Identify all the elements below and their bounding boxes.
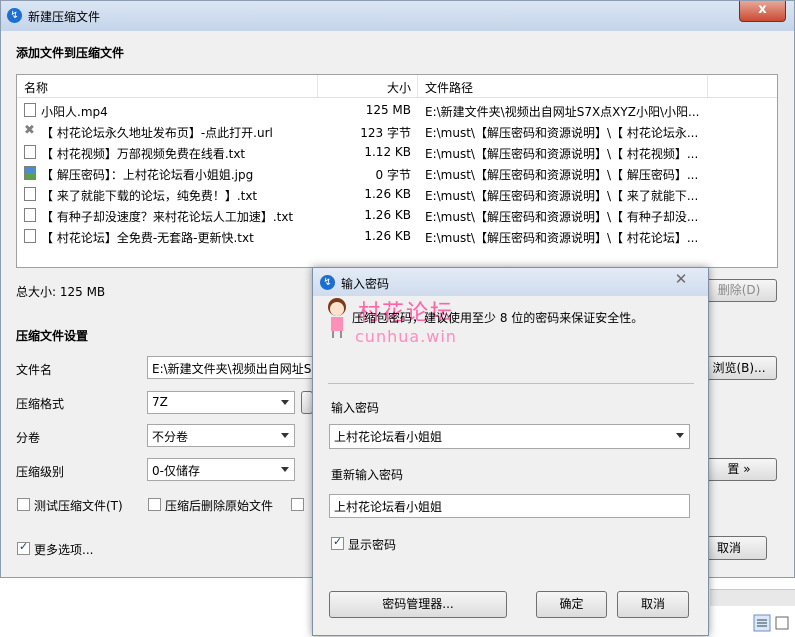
password-input[interactable]: 上村花论坛看小姐姐: [329, 424, 690, 449]
text-file-icon: [24, 208, 36, 222]
file-row[interactable]: 【 村花论坛】全免费-无套路-更新快.txt 1.26 KB E:\must\【…: [17, 226, 777, 247]
more-options-checkbox[interactable]: [17, 540, 30, 555]
column-header-name[interactable]: 名称: [24, 79, 48, 96]
delete-button[interactable]: 删除(D): [701, 279, 777, 302]
file-name: 【 有种子却没速度？来村花论坛人工加速】.txt: [41, 210, 294, 224]
file-list[interactable]: 名称 大小 文件路径 小阳人.mp4 125 MB E:\新建文件夹\视频出自网…: [16, 74, 778, 268]
show-password-checkbox[interactable]: [331, 535, 344, 550]
password-hint: 压缩包密码，建议使用至少 8 位的密码来保证安全性。: [352, 311, 644, 325]
file-name: 小阳人.mp4: [41, 105, 108, 119]
file-size: 1.26 KB: [364, 187, 411, 201]
file-row[interactable]: ✖ 【 村花论坛永久地址发布页】-点此打开.url 123 字节 E:\must…: [17, 121, 777, 142]
column-header-size[interactable]: 大小: [387, 79, 411, 96]
file-row[interactable]: 【 有种子却没速度？来村花论坛人工加速】.txt 1.26 KB E:\must…: [17, 205, 777, 226]
chevron-down-icon: [281, 433, 289, 438]
reenter-password-label: 重新输入密码: [331, 468, 404, 482]
dialog-title: 输入密码: [341, 277, 390, 291]
password-manager-button[interactable]: 密码管理器...: [329, 591, 507, 618]
total-size-label: 总大小: 125 MB: [16, 285, 106, 299]
video-file-icon: [24, 103, 36, 117]
file-size: 125 MB: [365, 103, 411, 117]
show-password-label: 显示密码: [348, 538, 397, 552]
window-close-button[interactable]: x: [739, 1, 786, 22]
delete-after-checkbox[interactable]: [148, 498, 161, 511]
chevron-down-icon: [281, 400, 289, 405]
delete-after-label: 压缩后删除原始文件: [165, 499, 274, 513]
password-value: 上村花论坛看小姐姐: [334, 430, 443, 444]
cartoon-girl-icon: [328, 298, 346, 338]
format-label: 压缩格式: [16, 397, 65, 411]
file-size: 1.12 KB: [364, 145, 411, 159]
file-path: E:\新建文件夹\视频出自网址S7X点XYZ小阳\小阳...: [425, 105, 700, 119]
file-path: E:\must\【解压密码和资源说明】\【 村花论坛】...: [425, 231, 699, 245]
file-name: 【 村花论坛】全免费-无套路-更新快.txt: [41, 231, 254, 245]
test-archive-label: 测试压缩文件(T): [34, 499, 123, 513]
file-row[interactable]: 【 来了就能下载的论坛，纯免费！】.txt 1.26 KB E:\must\【解…: [17, 184, 777, 205]
password-label: 输入密码: [331, 401, 380, 415]
dialog-close-button[interactable]: ✕: [660, 270, 702, 289]
title-bar: ↯ 新建压缩文件 x: [1, 1, 794, 31]
settings-heading: 压缩文件设置: [16, 329, 89, 343]
level-label: 压缩级别: [16, 465, 65, 479]
image-file-icon: [24, 166, 36, 180]
level-value: 0-仅储存: [152, 464, 200, 478]
file-name: 【 村花视频】万部视频免费在线看.txt: [41, 147, 246, 161]
file-path: E:\must\【解压密码和资源说明】\【 有种子却没...: [425, 210, 699, 224]
file-size: 1.26 KB: [364, 229, 411, 243]
file-path: E:\must\【解压密码和资源说明】\【 来了就能下...: [425, 189, 699, 203]
browse-button[interactable]: 浏览(B)...: [701, 356, 777, 380]
volume-value: 不分卷: [152, 430, 189, 444]
column-header-path[interactable]: 文件路径: [425, 79, 473, 96]
text-file-icon: [24, 145, 36, 159]
text-file-icon: [24, 229, 36, 243]
dialog-divider: [328, 383, 694, 384]
file-path: E:\must\【解压密码和资源说明】\【 村花视频】...: [425, 147, 699, 161]
view-toggle-icons[interactable]: [750, 612, 795, 634]
file-path: E:\must\【解压密码和资源说明】\【 解压密码】...: [425, 168, 699, 182]
window-title: 新建压缩文件: [28, 10, 101, 24]
format-select[interactable]: 7Z: [147, 391, 295, 414]
column-separator[interactable]: [417, 75, 418, 97]
reenter-password-input[interactable]: 上村花论坛看小姐姐: [329, 494, 690, 518]
test-archive-checkbox[interactable]: [17, 498, 30, 511]
url-file-icon: ✖: [24, 123, 36, 138]
text-file-icon: [24, 187, 36, 201]
filename-input[interactable]: E:\新建文件夹\视频出自网址S7: [147, 356, 313, 379]
details-view-icon: [753, 614, 789, 632]
ok-button[interactable]: 确定: [536, 591, 607, 618]
file-row[interactable]: 【 解压密码】：上村花论坛看小姐姐.jpg 0 字节 E:\must\【解压密码…: [17, 163, 777, 184]
format-value: 7Z: [152, 395, 168, 409]
extra-option-checkbox[interactable]: [291, 498, 304, 511]
filename-label: 文件名: [16, 363, 53, 377]
column-separator[interactable]: [317, 75, 318, 97]
file-row[interactable]: 【 村花视频】万部视频免费在线看.txt 1.12 KB E:\must\【解压…: [17, 142, 777, 163]
file-size: 1.26 KB: [364, 208, 411, 222]
file-name: 【 解压密码】：上村花论坛看小姐姐.jpg: [41, 168, 254, 182]
column-separator[interactable]: [707, 75, 708, 97]
dialog-title-bar: ↯ 输入密码 ✕: [313, 268, 708, 296]
watermark-subtitle: cunhua.win: [355, 327, 457, 346]
file-size: 123 字节: [360, 126, 411, 140]
chevron-down-icon[interactable]: [676, 433, 684, 438]
file-row[interactable]: 小阳人.mp4 125 MB E:\新建文件夹\视频出自网址S7X点XYZ小阳\…: [17, 100, 777, 121]
more-options-label: 更多选项...: [34, 543, 94, 557]
file-list-header: 名称 大小 文件路径: [17, 75, 777, 98]
chevron-down-icon: [281, 467, 289, 472]
background-scrollbar[interactable]: [710, 589, 795, 606]
volume-select[interactable]: 不分卷: [147, 424, 295, 447]
dialog-cancel-button[interactable]: 取消: [617, 591, 689, 618]
file-name: 【 来了就能下载的论坛，纯免费！】.txt: [41, 189, 258, 203]
volume-label: 分卷: [16, 431, 41, 445]
app-logo-icon: ↯: [320, 275, 335, 290]
level-select[interactable]: 0-仅储存: [147, 458, 295, 481]
file-path: E:\must\【解压密码和资源说明】\【 村花论坛永...: [425, 126, 699, 140]
add-files-heading: 添加文件到压缩文件: [16, 46, 125, 60]
file-name: 【 村花论坛永久地址发布页】-点此打开.url: [41, 126, 273, 140]
file-size: 0 字节: [375, 168, 411, 182]
app-logo-icon: ↯: [7, 8, 22, 23]
advanced-settings-button[interactable]: 置 »: [701, 458, 777, 481]
